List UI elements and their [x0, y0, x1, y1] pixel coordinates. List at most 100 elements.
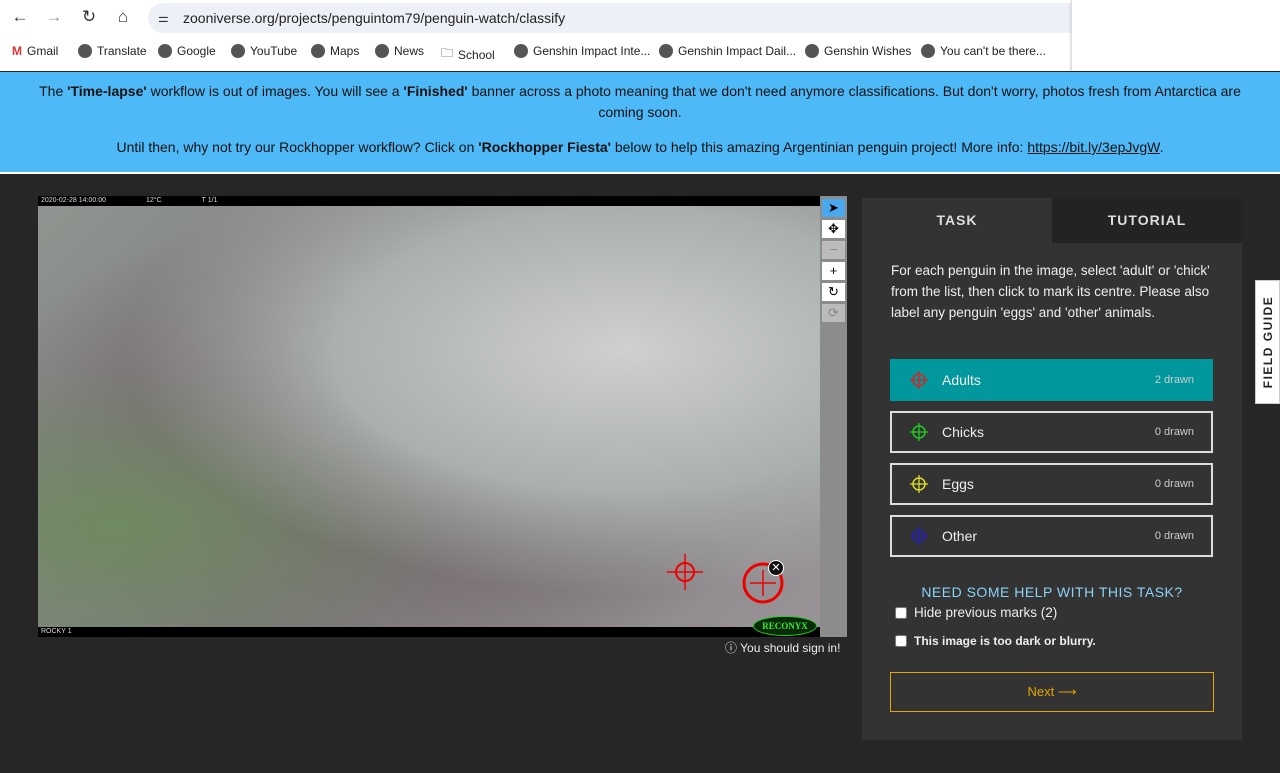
bookmark-cant-be-there[interactable]: You can't be there... — [921, 44, 1046, 58]
browser-chrome: ← → ↻ ⌂ ⚌ zooniverse.org/projects/penguin… — [0, 0, 1280, 71]
bookmark-genshin-dail[interactable]: Genshin Impact Dail... — [659, 44, 796, 58]
bookmark-label: School — [458, 47, 495, 62]
image-date: 2020-02-28 14:00:00 — [41, 197, 106, 204]
bookmark-label: Translate — [97, 44, 147, 58]
t: workflow is out of images. You will see … — [146, 83, 404, 99]
tool-option-other[interactable]: Other 0 drawn — [890, 515, 1213, 557]
option-label: Adults — [942, 372, 981, 388]
bookmark-youtube[interactable]: YouTube — [231, 44, 297, 58]
bookmark-label: Genshin Impact Inte... — [533, 44, 651, 58]
subject-image[interactable]: 2020-02-28 14:00:00 12°C T 1/1 ✕ ROCKY 1 R… — [38, 196, 820, 637]
globe-icon — [659, 44, 673, 58]
camera-name-bar: ROCKY 1 — [38, 627, 820, 637]
option-count: 2 drawn — [1154, 374, 1194, 386]
checkbox-label: This image is too dark or blurry. — [914, 634, 1096, 648]
checkbox-label: Hide previous marks (2) — [914, 605, 1058, 620]
checkbox[interactable] — [895, 635, 907, 647]
popup-window — [1071, 0, 1280, 71]
folder-icon: 🗀 — [441, 46, 454, 60]
bookmark-label: Genshin Impact Dail... — [678, 44, 797, 58]
option-label: Other — [942, 528, 978, 544]
t: Until then, why not try our Rockhopper w… — [116, 139, 479, 155]
reset-icon[interactable]: ⟳ — [822, 304, 845, 322]
home-icon[interactable]: ⌂ — [112, 6, 134, 28]
hide-marks-checkbox[interactable]: Hide previous marks (2) — [895, 605, 1057, 620]
banner-line-1: The 'Time-lapse' workflow is out of imag… — [0, 72, 1280, 123]
bookmark-label: YouTube — [250, 44, 298, 58]
t: The — [39, 83, 68, 99]
bookmark-school[interactable]: 🗀 School — [441, 44, 495, 65]
t: 'Finished' — [403, 83, 468, 99]
camera-name: ROCKY 1 — [41, 628, 72, 635]
reconyx-logo: RECONYX — [753, 616, 817, 636]
field-guide-tab[interactable]: FIELD GUIDE — [1255, 280, 1280, 404]
bookmark-label: Google — [177, 44, 216, 58]
camera-info-bar: 2020-02-28 14:00:00 12°C T 1/1 — [38, 196, 820, 206]
globe-icon — [78, 44, 92, 58]
tab-tutorial[interactable]: TUTORIAL — [1052, 198, 1242, 243]
t: . — [1159, 139, 1164, 155]
address-bar[interactable]: ⚌ zooniverse.org/projects/penguintom79/pe… — [148, 3, 1083, 33]
field-guide-label: FIELD GUIDE — [1260, 295, 1275, 389]
gmail-icon: M — [12, 44, 22, 58]
globe-icon — [158, 44, 172, 58]
back-icon[interactable]: ← — [9, 6, 31, 28]
bookmark-label: Genshin Wishes — [824, 44, 912, 58]
crosshair-icon — [910, 371, 928, 389]
task-instructions: For each penguin in the image, select 'a… — [891, 263, 1210, 320]
bookmark-maps[interactable]: Maps — [311, 44, 359, 58]
rotate-icon[interactable]: ↻ — [822, 283, 845, 301]
crosshair-icon — [910, 475, 928, 493]
zoom-out-icon[interactable]: − — [822, 241, 845, 259]
option-label: Chicks — [942, 424, 985, 440]
globe-icon — [375, 44, 389, 58]
bookmark-genshin-wishes[interactable]: Genshin Wishes — [805, 44, 911, 58]
option-count: 0 drawn — [1154, 426, 1194, 438]
bookmark-news[interactable]: News — [375, 44, 424, 58]
checkbox[interactable] — [895, 606, 907, 619]
pointer-tool-icon[interactable]: ➤ — [822, 199, 845, 217]
bookmark-genshin-inte[interactable]: Genshin Impact Inte... — [514, 44, 650, 58]
task-panel: TASK TUTORIAL For each penguin in the im… — [862, 198, 1242, 740]
site-settings-icon[interactable]: ⚌ — [158, 3, 169, 33]
bookmark-label: Maps — [330, 44, 360, 58]
image-temp: 12°C — [146, 197, 162, 204]
bookmark-gmail[interactable]: M Gmail — [12, 44, 58, 58]
bookmark-label: Gmail — [27, 44, 59, 58]
help-link[interactable]: NEED SOME HELP WITH THIS TASK? — [862, 584, 1242, 600]
image-trigger: T 1/1 — [201, 197, 218, 204]
forward-icon[interactable]: → — [43, 6, 65, 28]
tool-option-eggs[interactable]: Eggs 0 drawn — [890, 463, 1213, 505]
next-button[interactable]: Next ⟶ — [890, 672, 1214, 712]
too-dark-checkbox[interactable]: This image is too dark or blurry. — [895, 634, 1096, 648]
globe-icon — [921, 44, 935, 58]
t: below to help this amazing Argentinian p… — [610, 139, 1028, 155]
more-info-link[interactable]: https://bit.ly/3epJvgW — [1027, 139, 1159, 155]
url-text: zooniverse.org/projects/penguintom79/pen… — [183, 10, 566, 26]
globe-icon — [231, 44, 245, 58]
zoom-in-icon[interactable]: + — [822, 262, 845, 280]
bookmark-google[interactable]: Google — [158, 44, 216, 58]
option-label: Eggs — [942, 476, 974, 492]
sign-in-notice[interactable]: ⓘ You should sign in! — [725, 639, 840, 656]
adult-mark-1[interactable] — [665, 554, 705, 594]
tab-task[interactable]: TASK — [862, 198, 1052, 243]
bookmark-label: You can't be there... — [940, 44, 1046, 58]
t: banner across a photo meaning that we do… — [467, 83, 1241, 120]
crosshair-icon — [910, 527, 928, 545]
move-tool-icon[interactable]: ✥ — [822, 220, 845, 238]
delete-mark-icon[interactable]: ✕ — [768, 560, 784, 576]
info-icon: ⓘ — [725, 641, 738, 655]
image-toolbar: ➤ ✥ − + ↻ ⟳ — [820, 196, 847, 637]
banner-line-2: Until then, why not try our Rockhopper w… — [0, 123, 1280, 158]
crosshair-icon — [910, 423, 928, 441]
globe-icon — [311, 44, 325, 58]
tool-option-adults[interactable]: Adults 2 drawn — [890, 359, 1213, 401]
bookmark-translate[interactable]: Translate — [78, 44, 147, 58]
bookmark-label: News — [394, 44, 425, 58]
t: 'Time-lapse' — [67, 83, 147, 99]
globe-icon — [514, 44, 528, 58]
tool-option-chicks[interactable]: Chicks 0 drawn — [890, 411, 1213, 453]
reload-icon[interactable]: ↻ — [78, 6, 100, 28]
sign-in-text: You should sign in! — [740, 641, 841, 655]
